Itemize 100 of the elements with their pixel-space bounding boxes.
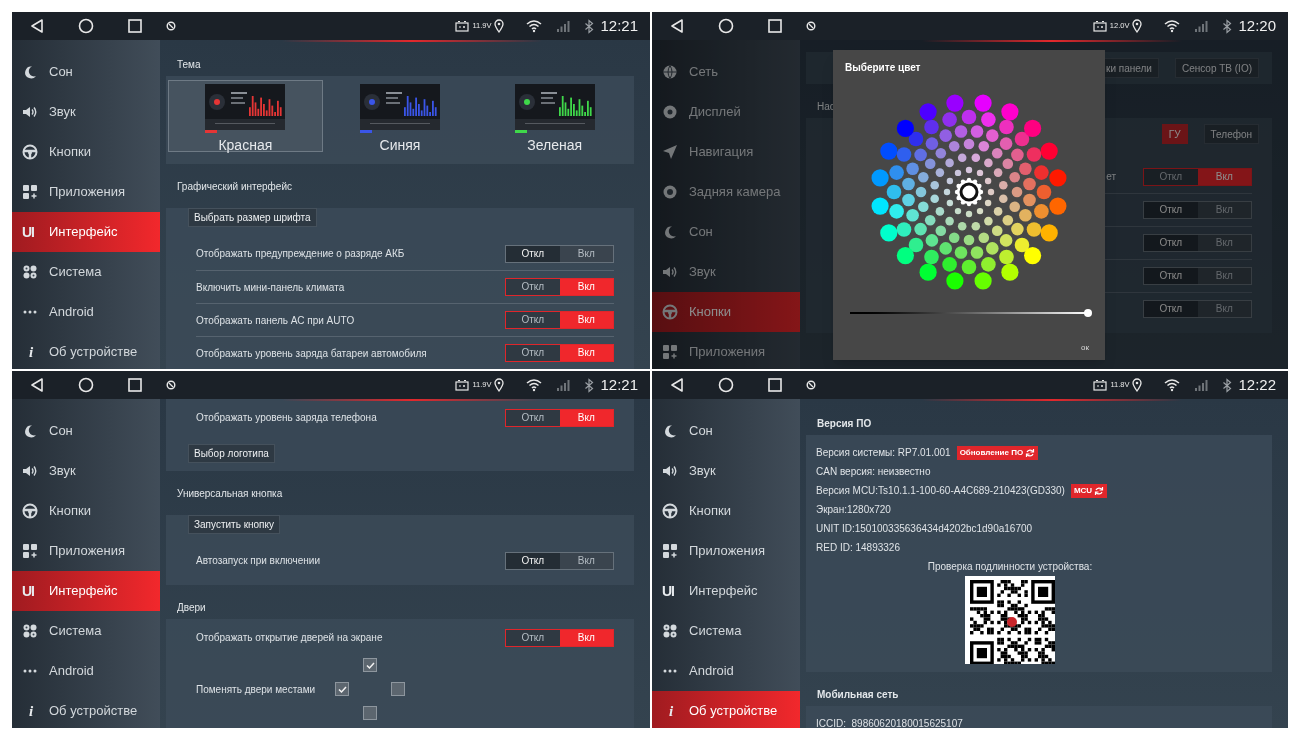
info-icon: i bbox=[22, 703, 40, 719]
update-button[interactable]: MCU bbox=[1070, 483, 1108, 498]
sidebar-item[interactable]: Кнопки bbox=[652, 491, 800, 531]
recent-apps-icon[interactable] bbox=[127, 377, 143, 393]
clock-text: 12:22 bbox=[1238, 374, 1276, 395]
option-button[interactable]: ГУ bbox=[1161, 124, 1188, 144]
sidebar-item[interactable]: Приложения bbox=[12, 531, 160, 571]
option-button[interactable]: Запустить кнопку bbox=[188, 515, 280, 534]
switch-option[interactable]: Вкл bbox=[559, 552, 613, 569]
slider-thumb[interactable] bbox=[1084, 309, 1092, 317]
steering-wheel-icon bbox=[22, 503, 38, 519]
home-icon[interactable] bbox=[718, 18, 734, 34]
back-icon[interactable] bbox=[29, 377, 45, 393]
switch-option[interactable]: Вкл bbox=[559, 629, 613, 646]
option-button[interactable]: Выбор логотипа bbox=[188, 444, 275, 463]
sidebar-item[interactable]: Звук bbox=[652, 451, 800, 491]
switch-option[interactable]: Откл bbox=[506, 409, 560, 426]
option-button[interactable]: Телефон bbox=[1203, 124, 1259, 144]
bluetooth-icon bbox=[1222, 18, 1233, 34]
switch-option[interactable]: Откл bbox=[506, 312, 560, 328]
location-icon bbox=[1132, 378, 1143, 392]
info-text: Версия MCU:Ts10.1.1-100-60-A4C689-210423(GD330) bbox=[816, 484, 1065, 498]
switch-option[interactable]: Вкл bbox=[559, 312, 613, 328]
sidebar-item[interactable]: i Об устройстве bbox=[12, 691, 160, 728]
option-button[interactable]: Сенсор ТВ (IO) bbox=[1174, 58, 1259, 78]
sidebar-item[interactable]: Звук bbox=[12, 92, 160, 132]
color-wheel[interactable] bbox=[871, 94, 1067, 290]
recent-apps-icon[interactable] bbox=[767, 18, 783, 34]
switch-option[interactable]: Вкл bbox=[559, 345, 613, 361]
sidebar-item[interactable]: Сон bbox=[652, 212, 800, 252]
section-title: Двери bbox=[176, 600, 207, 615]
sidebar-item[interactable]: Звук bbox=[12, 451, 160, 491]
steering-wheel-icon bbox=[22, 144, 38, 160]
switch-option[interactable]: Откл bbox=[506, 245, 560, 262]
theme-tile[interactable]: Красная bbox=[168, 80, 323, 152]
sidebar-item[interactable]: Система bbox=[12, 611, 160, 651]
theme-tile[interactable]: Синяя bbox=[322, 80, 478, 152]
sidebar-item[interactable]: Android bbox=[12, 651, 160, 691]
sidebar-item[interactable]: Кнопки bbox=[12, 132, 160, 172]
switch-option[interactable]: Вкл bbox=[559, 409, 613, 426]
checkbox[interactable] bbox=[335, 682, 349, 696]
switch-option[interactable]: Вкл bbox=[559, 245, 613, 262]
home-icon[interactable] bbox=[718, 377, 734, 393]
sidebar-item[interactable]: Приложения bbox=[652, 531, 800, 571]
sidebar-item[interactable]: Android bbox=[12, 292, 160, 332]
sidebar-item[interactable]: Звук bbox=[652, 252, 800, 292]
home-icon[interactable] bbox=[78, 18, 94, 34]
caption-text: Проверка подлинности устройства: bbox=[927, 560, 1093, 574]
switch-option[interactable]: Вкл bbox=[559, 279, 613, 295]
theme-tile[interactable]: Зеленая bbox=[477, 80, 632, 152]
recent-apps-icon[interactable] bbox=[767, 377, 783, 393]
sidebar-item[interactable]: Сон bbox=[12, 52, 160, 92]
back-icon[interactable] bbox=[669, 377, 685, 393]
switch-option[interactable]: Откл bbox=[506, 629, 560, 646]
sidebar-item[interactable]: Сон bbox=[652, 411, 800, 451]
sidebar-item[interactable]: UI Интерфейс bbox=[652, 571, 800, 611]
sidebar-item[interactable]: Кнопки bbox=[652, 292, 800, 332]
sidebar-item[interactable]: i Об устройстве bbox=[12, 332, 160, 369]
gears-icon bbox=[662, 623, 678, 639]
sidebar-item[interactable]: Задняя камера bbox=[652, 172, 800, 212]
moon-icon bbox=[22, 64, 38, 80]
checkbox[interactable] bbox=[363, 658, 377, 672]
section-title: Универсальная кнопка bbox=[176, 486, 284, 501]
switch-option[interactable]: Откл bbox=[1144, 268, 1198, 284]
navigation-arrow-icon bbox=[662, 144, 678, 160]
back-icon[interactable] bbox=[29, 18, 45, 34]
signal-icon bbox=[556, 19, 571, 33]
battery-icon bbox=[1092, 20, 1107, 32]
sidebar-item[interactable]: UI Интерфейс bbox=[12, 212, 160, 252]
sidebar-item[interactable]: Система bbox=[652, 611, 800, 651]
switch-option[interactable]: Откл bbox=[1144, 301, 1198, 317]
sidebar-item[interactable]: Сон bbox=[12, 411, 160, 451]
sidebar-item[interactable]: Кнопки bbox=[12, 491, 160, 531]
sidebar-item[interactable]: Навигация bbox=[652, 132, 800, 172]
sidebar-item[interactable]: Дисплей bbox=[652, 92, 800, 132]
option-button[interactable]: Выбрать размер шрифта bbox=[188, 208, 317, 227]
switch-option[interactable]: Откл bbox=[506, 279, 560, 295]
recent-apps-icon[interactable] bbox=[127, 18, 143, 34]
switch-option[interactable]: Откл bbox=[1144, 235, 1198, 251]
checkbox[interactable] bbox=[391, 682, 405, 696]
section-title: Тема bbox=[176, 57, 202, 72]
wifi-icon bbox=[1164, 378, 1181, 392]
home-icon[interactable] bbox=[78, 377, 94, 393]
switch-option[interactable]: Откл bbox=[1144, 202, 1198, 218]
update-button[interactable]: Обновление ПО bbox=[956, 445, 1039, 460]
signal-icon bbox=[1194, 378, 1209, 392]
switch-option[interactable]: Откл bbox=[506, 552, 560, 569]
checkbox[interactable] bbox=[363, 706, 377, 720]
sidebar-item[interactable]: Система bbox=[12, 252, 160, 292]
sidebar-item[interactable]: i Об устройстве bbox=[652, 691, 800, 728]
dialog-title: Выберите цвет bbox=[844, 61, 922, 75]
back-icon[interactable] bbox=[669, 18, 685, 34]
sidebar-item[interactable]: Android bbox=[652, 651, 800, 691]
sidebar-item[interactable]: Сеть bbox=[652, 52, 800, 92]
switch-option[interactable]: Откл bbox=[506, 345, 560, 361]
wifi-icon bbox=[1164, 19, 1181, 33]
sidebar-item[interactable]: Приложения bbox=[12, 172, 160, 212]
sidebar-item[interactable]: Приложения bbox=[652, 332, 800, 369]
sidebar-item[interactable]: UI Интерфейс bbox=[12, 571, 160, 611]
ok-button[interactable]: ок bbox=[1079, 342, 1091, 354]
